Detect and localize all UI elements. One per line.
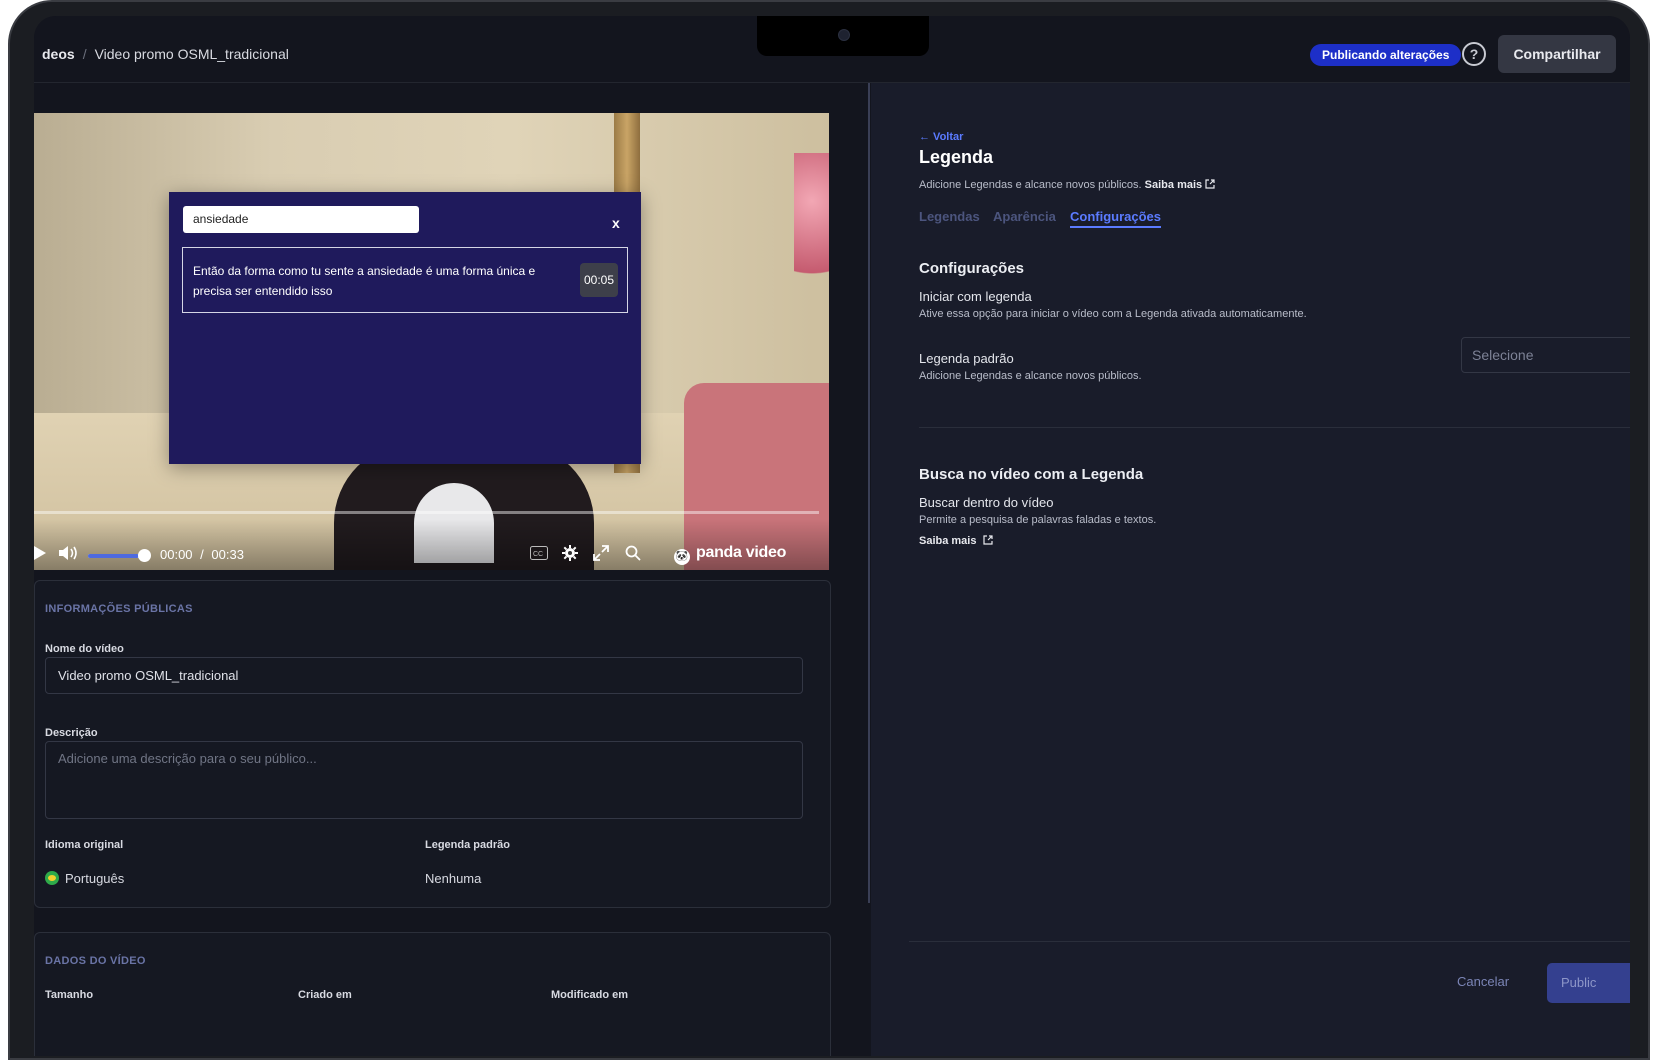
brazil-flag-icon — [45, 871, 59, 885]
video-name-label: Nome do vídeo — [45, 643, 124, 655]
modified-label: Modificado em — [551, 989, 629, 1001]
default-subtitle-label: Legenda padrão — [425, 839, 510, 851]
search-heading: Busca no vídeo com a Legenda — [919, 466, 1144, 483]
share-button[interactable]: Compartilhar — [1498, 35, 1616, 73]
config-heading: Configurações — [919, 260, 1025, 277]
cancel-button[interactable]: Cancelar — [1457, 974, 1509, 989]
search-result[interactable]: Então da forma como tu sente a ansiedade… — [182, 247, 628, 313]
transcript-search-popup: ansiedade x Então da forma como tu sente… — [169, 192, 641, 464]
transcript-search-input[interactable]: ansiedade — [183, 206, 419, 233]
breadcrumb: deos / Video promo OSML_tradicional — [42, 46, 289, 62]
footer-divider — [909, 941, 1630, 942]
tab-configuracoes[interactable]: Configurações — [1070, 209, 1162, 228]
public-info-title: INFORMAÇÕES PÚBLICAS — [45, 603, 193, 615]
tab-legendas[interactable]: Legendas — [919, 209, 980, 224]
panel-subtitle-text: Adicione Legendas e alcance novos públic… — [919, 179, 1142, 191]
breadcrumb-parent[interactable]: deos — [42, 46, 75, 62]
public-info-card: INFORMAÇÕES PÚBLICAS Nome do vídeo Video… — [34, 580, 831, 908]
start-with-subtitle-title: Iniciar com legenda — [919, 289, 1032, 304]
breadcrumb-separator: / — [82, 46, 87, 62]
camera-icon — [838, 29, 850, 41]
external-link-icon — [982, 535, 993, 545]
panda-video-logo: 🐼 panda video — [674, 544, 786, 565]
start-with-subtitle-desc: Ative essa opção para iniciar o vídeo co… — [919, 308, 1307, 320]
subtitle-settings-panel: ← Voltar Legenda Adicione Legendas e alc… — [871, 83, 1630, 1056]
search-learn-more-link[interactable]: Saiba mais — [919, 535, 976, 547]
tab-aparencia[interactable]: Aparência — [993, 209, 1056, 224]
video-frame-flowers — [794, 153, 829, 313]
video-data-title: DADOS DO VÍDEO — [45, 955, 146, 967]
video-progress-bar[interactable] — [34, 511, 819, 514]
search-in-video-desc: Permite a pesquisa de palavras faladas e… — [919, 514, 1157, 526]
video-controls: 00:00 / 00:33 CC 🐼 panda video — [34, 519, 829, 570]
section-divider — [919, 427, 1630, 428]
video-data-card: DADOS DO VÍDEO Tamanho Criado em Modific… — [34, 932, 831, 1056]
default-subtitle-title: Legenda padrão — [919, 351, 1014, 366]
time-total: 00:33 — [211, 547, 244, 562]
language-text: Português — [65, 871, 125, 886]
panda-logo-icon: 🐼 — [674, 549, 690, 565]
panel-title: Legenda — [919, 147, 994, 167]
size-label: Tamanho — [45, 989, 94, 1001]
time-separator: / — [200, 547, 204, 562]
svg-text:CC: CC — [533, 551, 543, 558]
settings-gear-icon[interactable] — [562, 545, 578, 561]
breadcrumb-current: Video promo OSML_tradicional — [94, 46, 289, 62]
panel-divider[interactable] — [868, 83, 870, 903]
default-subtitle-value: Nenhuma — [425, 871, 482, 886]
volume-slider-fill — [88, 554, 139, 558]
help-icon[interactable]: ? — [1462, 42, 1486, 66]
created-label: Criado em — [298, 989, 352, 1001]
back-link[interactable]: ← Voltar — [919, 131, 963, 143]
search-learn-more[interactable]: Saiba mais — [919, 535, 993, 547]
camera-notch — [757, 16, 929, 56]
search-result-time[interactable]: 00:05 — [580, 263, 618, 297]
time-current: 00:00 — [160, 547, 193, 562]
time-display: 00:00 / 00:33 — [160, 547, 244, 562]
left-panel: ansiedade x Então da forma como tu sente… — [34, 83, 864, 1056]
default-subtitle-select[interactable]: Selecione — [1461, 337, 1630, 373]
publish-button[interactable]: Public — [1547, 963, 1630, 1003]
video-name-input[interactable]: Video promo OSML_tradicional — [45, 657, 803, 694]
status-badge: Publicando alterações — [1310, 44, 1462, 66]
learn-more-link[interactable]: Saiba mais — [1145, 179, 1202, 191]
captions-icon[interactable]: CC — [530, 546, 548, 560]
description-textarea[interactable]: Adicione uma descrição para o seu públic… — [45, 741, 803, 819]
default-subtitle-desc: Adicione Legendas e alcance novos públic… — [919, 370, 1142, 382]
screen: deos / Video promo OSML_tradicional Public… — [34, 16, 1630, 1056]
description-label: Descrição — [45, 727, 98, 739]
external-link-icon — [1205, 179, 1215, 189]
fullscreen-icon[interactable] — [593, 545, 609, 561]
original-language-value: Português — [45, 871, 124, 886]
close-icon[interactable]: x — [612, 215, 620, 231]
panda-brand-text: panda video — [696, 544, 787, 561]
volume-icon[interactable] — [59, 545, 79, 561]
search-in-video-title: Buscar dentro do vídeo — [919, 495, 1054, 510]
volume-slider-knob[interactable] — [138, 549, 151, 562]
video-player[interactable]: ansiedade x Então da forma como tu sente… — [34, 113, 829, 570]
play-icon[interactable] — [34, 546, 46, 560]
search-icon[interactable] — [625, 545, 641, 561]
laptop-frame: deos / Video promo OSML_tradicional Public… — [8, 0, 1650, 1060]
panel-subtitle: Adicione Legendas e alcance novos públic… — [919, 179, 1215, 191]
search-result-text: Então da forma como tu sente a ansiedade… — [193, 264, 536, 298]
original-language-label: Idioma original — [45, 839, 124, 851]
